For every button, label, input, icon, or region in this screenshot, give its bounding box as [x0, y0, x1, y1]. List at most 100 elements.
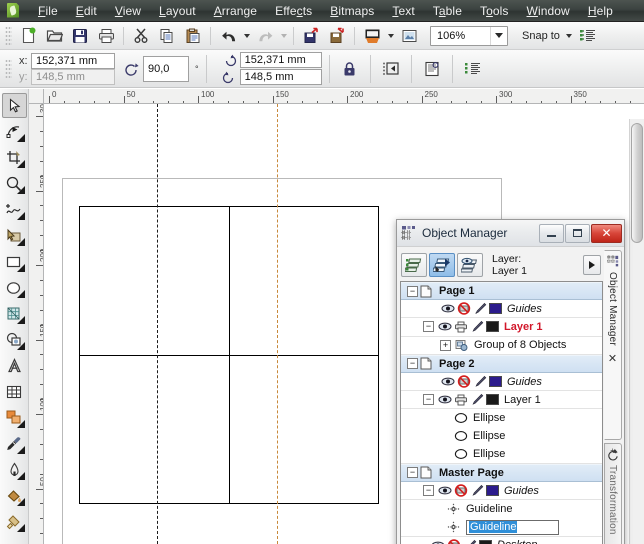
tree-row-guides-page-2[interactable]: Guides	[401, 373, 602, 392]
flyout-arrow-icon[interactable]	[16, 134, 25, 142]
print-disabled-icon[interactable]	[457, 375, 471, 388]
menu-edit[interactable]: Edit	[67, 1, 106, 21]
toolbar-grip[interactable]	[5, 25, 12, 46]
ellipse-tool[interactable]	[2, 275, 27, 300]
property-options-button[interactable]	[460, 56, 486, 82]
tree-row-layer-1-page-1[interactable]: − Layer 1	[401, 318, 602, 337]
export-button[interactable]	[324, 24, 350, 48]
smart-fill-tool[interactable]	[2, 223, 27, 248]
snap-to-dropdown-arrow-icon[interactable]	[564, 25, 575, 47]
blend-tool[interactable]	[2, 405, 27, 430]
chevron-down-icon[interactable]	[490, 26, 507, 45]
y-position-field[interactable]: 148,5 mm	[31, 68, 115, 85]
eye-icon[interactable]	[441, 375, 455, 388]
pencil-icon[interactable]	[470, 393, 484, 406]
eye-icon[interactable]	[441, 302, 455, 315]
paste-button[interactable]	[180, 24, 206, 48]
minimize-button[interactable]	[539, 223, 564, 243]
tree-row-master-page[interactable]: − Master Page	[401, 463, 602, 483]
menu-file[interactable]: File	[29, 1, 67, 21]
polygon-tool[interactable]	[2, 301, 27, 326]
snap-to-button[interactable]: Snap to	[518, 27, 564, 45]
fill-tool[interactable]	[2, 483, 27, 508]
menu-table[interactable]: Table	[424, 1, 471, 21]
print-disabled-icon[interactable]	[447, 539, 461, 544]
tree-row-ellipse[interactable]: Ellipse	[401, 409, 602, 427]
menu-arrange[interactable]: Arrange	[205, 1, 266, 21]
tree-row-guideline-editing[interactable]: Guideline	[401, 518, 602, 537]
vertical-ruler[interactable]: 30025020015010050	[29, 104, 44, 544]
zoom-tool[interactable]	[2, 171, 27, 196]
print-disabled-icon[interactable]	[457, 302, 471, 315]
rotation-angle-field[interactable]: 90,0	[143, 55, 189, 82]
eye-icon[interactable]	[438, 320, 452, 333]
options-button[interactable]	[575, 24, 601, 48]
object-manager-titlebar[interactable]: Object Manager ✕	[397, 220, 624, 247]
flyout-arrow-icon[interactable]	[16, 290, 25, 298]
crop-tool[interactable]	[2, 145, 27, 170]
tree-row-page-1[interactable]: − Page 1	[401, 282, 602, 301]
object-horizontal-divider[interactable]	[79, 355, 379, 356]
save-button[interactable]	[67, 24, 93, 48]
printer-icon[interactable]	[454, 320, 468, 333]
pencil-icon[interactable]	[463, 539, 477, 544]
docker-tab-transformation[interactable]: Transformation	[603, 443, 622, 544]
expander-page-2[interactable]: −	[407, 358, 418, 370]
menu-text[interactable]: Text	[383, 1, 423, 21]
wrap-paragraph-text-button[interactable]	[378, 56, 404, 82]
cut-button[interactable]	[128, 24, 154, 48]
object-properties-button[interactable]	[419, 56, 445, 82]
tree-row-ellipse[interactable]: Ellipse	[401, 428, 602, 446]
freehand-tool[interactable]	[2, 197, 27, 222]
flyout-arrow-icon[interactable]	[16, 212, 25, 220]
flyout-arrow-icon[interactable]	[16, 498, 25, 506]
tree-row-ellipse[interactable]: Ellipse	[401, 446, 602, 464]
shape-tool[interactable]	[2, 119, 27, 144]
redo-button[interactable]	[252, 24, 278, 48]
guideline-black[interactable]	[157, 104, 158, 544]
close-button[interactable]: ✕	[591, 223, 622, 243]
flyout-arrow-icon[interactable]	[16, 238, 25, 246]
menu-help[interactable]: Help	[579, 1, 622, 21]
expander-guides-master[interactable]: −	[423, 485, 434, 497]
pencil-icon[interactable]	[470, 484, 484, 497]
launcher-dropdown-arrow-icon[interactable]	[385, 25, 396, 47]
layer-color-swatch[interactable]	[486, 485, 499, 497]
object-height-field[interactable]: 148,5 mm	[239, 69, 322, 85]
docker-flyout-button[interactable]	[583, 255, 601, 275]
layer-manager-view-button[interactable]	[457, 253, 483, 277]
expander-layer-1-page-1[interactable]: −	[423, 321, 434, 333]
tree-row-desktop[interactable]: Desktop	[401, 537, 602, 544]
table-tool[interactable]	[2, 379, 27, 404]
eyedropper-tool[interactable]	[2, 431, 27, 456]
eye-icon[interactable]	[431, 539, 445, 544]
undo-dropdown-arrow-icon[interactable]	[241, 25, 252, 47]
x-position-field[interactable]: 152,371 mm	[31, 52, 115, 69]
show-object-properties-button[interactable]	[401, 253, 427, 277]
object-width-field[interactable]: 152,371 mm	[239, 52, 322, 68]
menu-effects[interactable]: Effects	[266, 1, 321, 21]
flyout-arrow-icon[interactable]	[16, 264, 25, 272]
scrollbar-thumb[interactable]	[631, 123, 643, 243]
basic-shapes-tool[interactable]	[2, 327, 27, 352]
pencil-icon[interactable]	[473, 375, 487, 388]
flyout-arrow-icon[interactable]	[16, 420, 25, 428]
maximize-button[interactable]	[565, 223, 590, 243]
flyout-arrow-icon[interactable]	[16, 524, 25, 532]
redo-dropdown-arrow-icon[interactable]	[278, 25, 289, 47]
object-manager-tree[interactable]: − Page 1 Guides − Layer 1 + Group of 8 O…	[400, 281, 603, 544]
expander-master-page[interactable]: −	[407, 467, 418, 479]
tree-row-guides-page-1[interactable]: Guides	[401, 300, 602, 319]
tree-row-group-of-objects[interactable]: + Group of 8 Objects	[401, 337, 602, 355]
pencil-icon[interactable]	[473, 302, 487, 315]
guideline-rename-input[interactable]: Guideline	[466, 519, 559, 535]
application-launcher-button[interactable]	[359, 24, 385, 48]
lock-ratio-button[interactable]	[337, 56, 363, 82]
layer-color-swatch[interactable]	[486, 321, 499, 333]
expander-group[interactable]: +	[440, 339, 451, 351]
tree-row-guides-master[interactable]: − Guides	[401, 482, 602, 501]
layer-color-swatch[interactable]	[489, 303, 502, 315]
horizontal-ruler[interactable]: 0 50 100 150 200 250 300 350	[29, 89, 644, 104]
ruler-origin-corner[interactable]	[29, 89, 44, 104]
eye-icon[interactable]	[438, 484, 452, 497]
